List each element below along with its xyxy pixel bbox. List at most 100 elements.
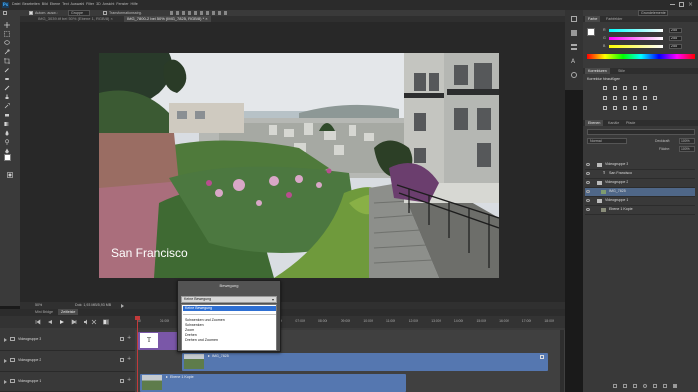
layer-row[interactable]: Ebene 1 Kopie: [585, 206, 695, 215]
menu-view[interactable]: Ansicht: [103, 2, 115, 6]
split-clip-icon[interactable]: [91, 319, 97, 325]
tab-styles[interactable]: Stile: [615, 68, 628, 74]
move-tool-icon[interactable]: [4, 22, 10, 28]
status-arrow-icon[interactable]: [121, 304, 124, 308]
add-media-icon[interactable]: +: [127, 377, 131, 383]
color-fg-swatch[interactable]: [587, 28, 595, 36]
threshold-icon[interactable]: [623, 106, 627, 110]
visibility-eye-icon[interactable]: [586, 181, 590, 184]
new-group-icon[interactable]: [653, 384, 657, 388]
posterize-icon[interactable]: [613, 106, 617, 110]
next-frame-icon[interactable]: [71, 319, 77, 325]
tab-close-icon[interactable]: ×: [205, 16, 207, 21]
visibility-eye-icon[interactable]: [586, 172, 590, 175]
gradient-tool-icon[interactable]: [4, 121, 10, 127]
timeline-clip-image[interactable]: Ebene 1 Kopie: [140, 374, 406, 392]
timeline-clip-image[interactable]: IMG_7825: [182, 353, 548, 371]
tab-color[interactable]: Farbe: [585, 16, 601, 22]
selective-color-icon[interactable]: [633, 106, 637, 110]
audio-icon[interactable]: [83, 319, 89, 325]
brush-tool-icon[interactable]: [4, 85, 10, 91]
add-media-icon[interactable]: +: [127, 335, 131, 341]
minimize-icon[interactable]: [670, 4, 675, 5]
move-tool-icon[interactable]: [3, 11, 7, 15]
brightness-icon[interactable]: [603, 86, 607, 90]
timeline-clip-text[interactable]: T: [138, 332, 178, 350]
tab-layers[interactable]: Ebenen: [585, 120, 604, 126]
paragraph-panel-icon[interactable]: [571, 44, 577, 50]
gradient-map-icon[interactable]: [643, 106, 647, 110]
visibility-eye-icon[interactable]: [586, 208, 590, 211]
color-slider-r-value[interactable]: 255: [669, 28, 682, 33]
document-canvas[interactable]: San Francisco: [99, 53, 499, 278]
tab-timeline[interactable]: Zeitleiste: [58, 309, 79, 315]
add-media-icon[interactable]: +: [127, 356, 131, 362]
hue-saturation-icon[interactable]: [603, 96, 607, 100]
character-panel-icon[interactable]: A: [571, 58, 575, 65]
tab-channels[interactable]: Kanäle: [605, 120, 622, 126]
menu-layer[interactable]: Ebene: [50, 2, 60, 6]
history-brush-tool-icon[interactable]: [4, 102, 11, 109]
play-icon[interactable]: [59, 319, 65, 325]
marquee-tool-icon[interactable]: [4, 31, 10, 37]
black-white-icon[interactable]: [623, 96, 627, 100]
auto-select-checkbox[interactable]: [29, 11, 33, 15]
color-lookup-icon[interactable]: [653, 96, 657, 100]
color-balance-icon[interactable]: [613, 96, 617, 100]
healing-brush-tool-icon[interactable]: [4, 76, 10, 82]
levels-icon[interactable]: [613, 86, 617, 90]
color-slider-g-value[interactable]: 255: [669, 36, 682, 41]
menu-3d[interactable]: 3D: [96, 2, 101, 6]
tab-paths[interactable]: Pfade: [623, 120, 638, 126]
adjustment-layer-icon[interactable]: [643, 384, 647, 388]
mask-icon[interactable]: [633, 384, 637, 388]
playhead-line[interactable]: [137, 319, 138, 392]
transform-controls-checkbox[interactable]: [103, 11, 107, 15]
photo-filter-icon[interactable]: [633, 96, 637, 100]
menu-window[interactable]: Fenster: [116, 2, 128, 6]
clip-options-icon[interactable]: [540, 355, 544, 359]
opacity-field[interactable]: 100%: [679, 138, 695, 144]
color-slider-g-bar[interactable]: [609, 37, 663, 40]
zoom-level[interactable]: 50%: [35, 303, 42, 307]
layer-row[interactable]: T San Francisco: [585, 170, 695, 179]
expand-arrow-icon[interactable]: [4, 359, 7, 363]
color-spectrum-bar[interactable]: [587, 54, 695, 59]
maximize-icon[interactable]: [679, 2, 684, 7]
blend-mode-dropdown[interactable]: Normal: [587, 138, 627, 144]
tab-swatches[interactable]: Farbfelder: [603, 16, 625, 22]
vibrance-icon[interactable]: [643, 86, 647, 90]
color-slider-b-value[interactable]: 255: [669, 44, 682, 49]
layer-row[interactable]: Videogruppe 3: [585, 161, 695, 170]
layer-row[interactable]: Videogruppe 1: [585, 197, 695, 206]
track-media-icon[interactable]: [120, 358, 124, 362]
align-icons[interactable]: [170, 11, 230, 15]
quick-mask-icon[interactable]: [7, 172, 13, 178]
visibility-eye-icon[interactable]: [586, 199, 590, 202]
curves-icon[interactable]: [623, 86, 627, 90]
visibility-eye-icon[interactable]: [586, 163, 590, 166]
menu-file[interactable]: Datei: [12, 2, 20, 6]
lasso-tool-icon[interactable]: [4, 40, 10, 46]
properties-panel-icon[interactable]: [571, 30, 577, 36]
track-media-icon[interactable]: [120, 379, 124, 383]
new-layer-icon[interactable]: [663, 384, 667, 388]
layer-filter-bar[interactable]: [587, 129, 695, 135]
foreground-color-swatch[interactable]: [4, 154, 11, 161]
first-frame-icon[interactable]: [35, 319, 41, 325]
brush-panel-icon[interactable]: [571, 72, 577, 78]
tab-mini-bridge[interactable]: Mini Bridge: [32, 309, 56, 315]
exposure-icon[interactable]: [633, 86, 637, 90]
expand-arrow-icon[interactable]: [4, 380, 7, 384]
quick-select-tool-icon[interactable]: [4, 49, 10, 55]
menu-filter[interactable]: Filter: [86, 2, 94, 6]
timeline-scrollbar[interactable]: [560, 330, 564, 392]
motion-dropdown[interactable]: Keine Bewegung: [181, 296, 277, 303]
crop-tool-icon[interactable]: [4, 58, 10, 64]
blur-tool-icon[interactable]: [4, 130, 10, 136]
channel-mixer-icon[interactable]: [643, 96, 647, 100]
expand-arrow-icon[interactable]: [4, 338, 7, 342]
menu-help[interactable]: Hilfe: [131, 2, 138, 6]
link-icon[interactable]: [613, 384, 617, 388]
eyedropper-tool-icon[interactable]: [4, 67, 10, 73]
